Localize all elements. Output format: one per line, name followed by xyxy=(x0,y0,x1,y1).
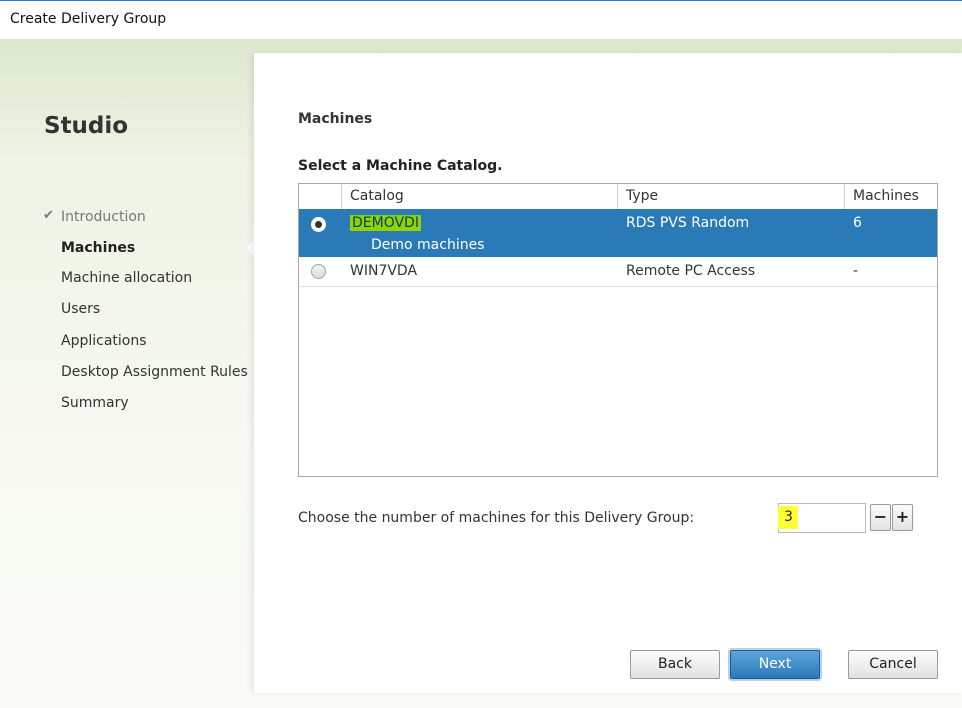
catalog-machine-count: - xyxy=(853,263,859,279)
column-header-machines[interactable]: Machines xyxy=(844,184,937,209)
nav-step-users: Users xyxy=(61,301,101,317)
table-header: Catalog Type Machines xyxy=(299,184,937,210)
catalog-table: Catalog Type Machines DEMOVDI Demo machi… xyxy=(298,183,938,477)
nav-step-introduction[interactable]: Introduction xyxy=(61,209,146,225)
machine-count-value[interactable]: 3 xyxy=(778,506,798,529)
catalog-type: Remote PC Access xyxy=(626,263,756,279)
back-button[interactable]: Back xyxy=(630,650,720,679)
window-title: Create Delivery Group xyxy=(10,11,167,27)
page-title: Machines xyxy=(298,111,373,127)
catalog-type: RDS PVS Random xyxy=(626,215,750,231)
radio-unselected-icon[interactable] xyxy=(311,264,326,279)
catalog-name: WIN7VDA xyxy=(350,263,418,279)
catalog-description: Demo machines xyxy=(371,237,485,253)
check-icon: ✔ xyxy=(43,208,54,223)
wizard-sidebar: Studio ✔ Introduction Machines Machine a… xyxy=(0,39,254,708)
next-button[interactable]: Next xyxy=(730,650,820,679)
column-header-type[interactable]: Type xyxy=(617,184,844,209)
column-header-catalog[interactable]: Catalog xyxy=(341,184,617,209)
cancel-button[interactable]: Cancel xyxy=(848,650,938,679)
machine-count-label: Choose the number of machines for this D… xyxy=(298,510,695,526)
radio-selected-icon[interactable] xyxy=(311,217,326,232)
table-row[interactable]: DEMOVDI Demo machines RDS PVS Random 6 xyxy=(299,209,937,257)
nav-step-desktop-assignment-rules: Desktop Assignment Rules xyxy=(61,364,248,380)
decrement-button[interactable]: − xyxy=(870,504,891,531)
app-name: Studio xyxy=(44,113,129,139)
active-step-pointer xyxy=(246,240,254,256)
nav-step-machine-allocation: Machine allocation xyxy=(61,270,193,286)
window-titlebar: Create Delivery Group xyxy=(0,0,962,39)
wizard-body: Studio ✔ Introduction Machines Machine a… xyxy=(0,39,962,708)
catalog-name: DEMOVDI xyxy=(350,215,421,231)
table-row[interactable]: WIN7VDA Remote PC Access - xyxy=(299,257,937,287)
nav-step-summary: Summary xyxy=(61,395,129,411)
wizard-content: Machines Select a Machine Catalog. Catal… xyxy=(254,53,962,693)
section-instruction: Select a Machine Catalog. xyxy=(298,158,503,174)
catalog-name-text: DEMOVDI xyxy=(350,215,421,231)
nav-step-applications: Applications xyxy=(61,333,147,349)
catalog-machine-count: 6 xyxy=(853,215,862,231)
nav-step-machines[interactable]: Machines xyxy=(61,240,135,256)
increment-button[interactable]: + xyxy=(892,504,913,531)
